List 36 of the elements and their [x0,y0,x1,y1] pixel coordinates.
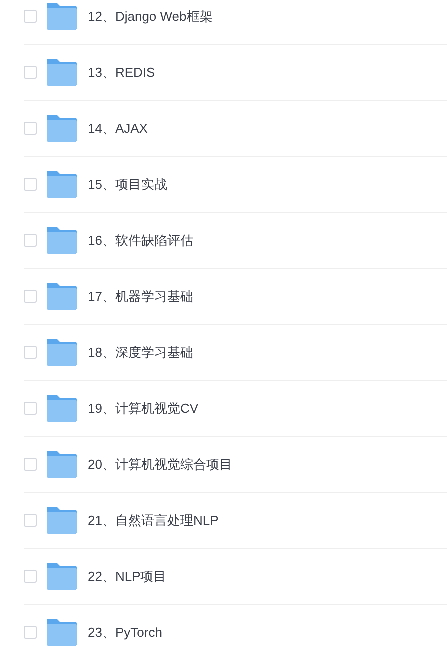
checkbox[interactable] [24,402,37,415]
folder-icon [47,227,77,254]
folder-icon [47,563,77,590]
checkbox[interactable] [24,234,37,247]
folder-name[interactable]: 22、NLP项目 [88,566,167,586]
folder-icon [47,59,77,86]
folder-name[interactable]: 21、自然语言处理NLP [88,510,219,530]
checkbox[interactable] [24,178,37,191]
checkbox[interactable] [24,66,37,79]
folder-name[interactable]: 12、Django Web框架 [88,6,213,26]
folder-name[interactable]: 14、AJAX [88,118,148,138]
folder-icon [47,171,77,198]
folder-name[interactable]: 16、软件缺陷评估 [88,230,194,250]
checkbox[interactable] [24,626,37,639]
checkbox[interactable] [24,458,37,471]
folder-icon [47,619,77,646]
folder-icon [47,507,77,534]
folder-icon [47,115,77,142]
folder-icon [47,395,77,422]
folder-name[interactable]: 19、计算机视觉CV [88,398,199,418]
folder-name[interactable]: 15、项目实战 [88,174,168,194]
checkbox[interactable] [24,514,37,527]
checkbox[interactable] [24,122,37,135]
folder-name[interactable]: 18、深度学习基础 [88,342,194,362]
checkbox[interactable] [24,10,37,23]
checkbox[interactable] [24,570,37,583]
checkbox[interactable] [24,290,37,303]
folder-name[interactable]: 17、机器学习基础 [88,286,194,306]
folder-name[interactable]: 20、计算机视觉综合项目 [88,454,232,474]
folder-icon [47,339,77,366]
checkbox[interactable] [24,346,37,359]
folder-name[interactable]: 13、REDIS [88,62,156,82]
folder-icon [47,3,77,30]
folder-icon [47,283,77,310]
folder-name[interactable]: 23、PyTorch [88,622,162,642]
folder-icon [47,451,77,478]
